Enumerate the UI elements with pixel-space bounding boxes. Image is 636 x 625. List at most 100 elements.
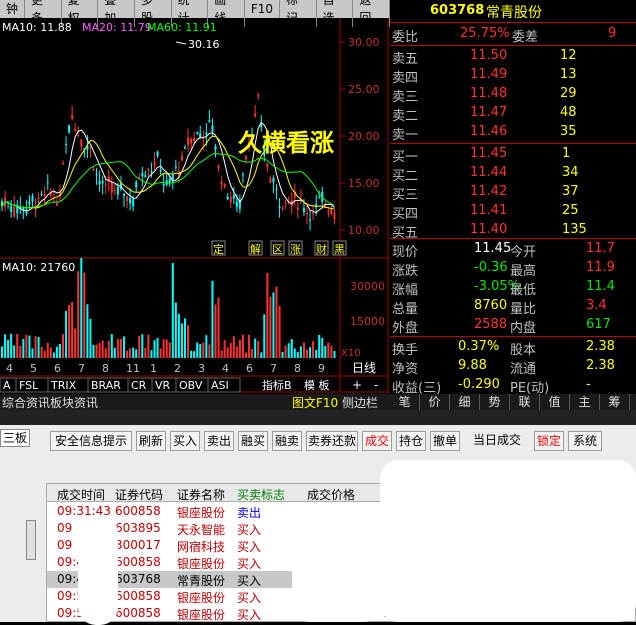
- quote-tab-1[interactable]: 价: [420, 394, 450, 410]
- table-cell-3: 买入: [237, 608, 262, 622]
- trade-button-3[interactable]: 卖出: [204, 431, 234, 451]
- redaction-overlay-0: [78, 515, 118, 625]
- candle-body: [254, 113, 257, 117]
- stock-code: 603768: [430, 3, 485, 18]
- quote-tab-3[interactable]: 势: [480, 394, 510, 410]
- volume-bar: [248, 334, 251, 358]
- trade-button-8[interactable]: 持仓: [396, 431, 426, 451]
- candle-body: [190, 138, 193, 144]
- volume-bar: [16, 333, 19, 358]
- sell-volume: 48: [560, 105, 577, 120]
- table-cell-2: 银座股份: [177, 608, 226, 622]
- info-tab-2[interactable]: 图文F10: [292, 395, 338, 410]
- table-cell-3: 买入: [237, 574, 262, 588]
- trade-button-7[interactable]: 成交: [362, 431, 392, 451]
- volume-bar: [68, 304, 71, 358]
- stat-label-2: 最高: [510, 264, 537, 279]
- candle-body: [162, 183, 165, 186]
- indicator-button[interactable]: 指标B: [262, 378, 292, 392]
- indicator-tab-label-4[interactable]: CR: [131, 379, 147, 392]
- info-tab-3[interactable]: 侧边栏: [342, 395, 378, 410]
- volume-bar: [153, 340, 156, 358]
- candle-body: [80, 139, 83, 147]
- column-header-3[interactable]: 买卖标志: [237, 486, 285, 503]
- stock-header: 603768 常青股份: [390, 0, 636, 22]
- indicator-tab-label-0[interactable]: A: [3, 379, 11, 392]
- info-tab-1[interactable]: 板块资讯: [50, 396, 98, 410]
- volume-bar: [150, 350, 153, 358]
- trade-button-5[interactable]: 融卖: [272, 431, 302, 451]
- indicator-tab-label-1[interactable]: FSL: [19, 379, 39, 392]
- quote-tab-0[interactable]: 笔: [390, 394, 420, 410]
- weibi-value: 25.75%: [460, 26, 510, 41]
- volume-bar: [25, 335, 28, 358]
- event-marker-0[interactable]: 定: [213, 242, 224, 256]
- stat-value: -0.36: [474, 260, 508, 275]
- sell-price: 11.50: [470, 48, 508, 63]
- quote-tab-6[interactable]: 主: [570, 394, 600, 410]
- zoom-minus-button[interactable]: -: [374, 378, 378, 392]
- volume-bar: [119, 338, 122, 358]
- daily-label[interactable]: 日线: [352, 361, 376, 375]
- stat-value-2: 3.4: [586, 298, 607, 313]
- volume-bar: [113, 347, 116, 358]
- volume-bar: [257, 341, 260, 358]
- volume-bar: [235, 346, 238, 358]
- trade-button-11[interactable]: 锁定: [534, 431, 564, 451]
- stat-value-2: 11.7: [586, 241, 615, 256]
- indicator-tab-label-7[interactable]: ASI: [211, 379, 229, 392]
- kline-chart-panel[interactable]: 钟更多 复权 叠加 多股 统计 画线 F10 标记 自选 返回 MA10: 11.88 MA20: …: [0, 0, 390, 410]
- info-tab-0[interactable]: 综合资讯: [2, 395, 50, 410]
- candle-body: [229, 196, 232, 203]
- event-marker-2[interactable]: 区: [272, 243, 283, 256]
- column-header-4[interactable]: 成交价格: [307, 486, 355, 503]
- volume-bar: [205, 335, 208, 358]
- candle-body: [55, 202, 58, 206]
- trade-button-2[interactable]: 买入: [170, 431, 200, 451]
- volume-bar: [318, 334, 321, 358]
- kline-svg[interactable]: MA10: 11.88 MA20: 11.79MA60: 11.9130.0025…: [0, 0, 390, 410]
- volume-bar: [177, 313, 180, 358]
- trade-button-4[interactable]: 融买: [238, 431, 268, 451]
- quote-tab-7[interactable]: 筹: [600, 394, 630, 410]
- event-marker-4[interactable]: 财: [316, 242, 327, 256]
- template-button[interactable]: 模 板: [304, 378, 330, 392]
- date-label-11: 7: [270, 362, 277, 375]
- sell-row-2: 卖三 11.48 29: [390, 85, 636, 105]
- candle-body: [269, 178, 272, 184]
- indicator-tab-label-6[interactable]: OBV: [179, 379, 203, 392]
- candle-body: [147, 168, 150, 170]
- column-header-2[interactable]: 证券名称: [177, 486, 225, 503]
- volume-tick-label-1: 15000: [350, 315, 385, 328]
- side-tab-sanban[interactable]: 三板: [0, 429, 30, 447]
- sell-volume: 35: [560, 124, 577, 139]
- indicator-tab-label-5[interactable]: VR: [155, 379, 171, 392]
- stock-name: 常青股份: [486, 5, 542, 21]
- volume-bar: [80, 258, 83, 358]
- redaction-overlay-1: [380, 460, 636, 622]
- trade-button-9[interactable]: 撤单: [430, 431, 460, 451]
- candle-body: [180, 155, 183, 161]
- trade-button-1[interactable]: 刷新: [136, 431, 166, 451]
- quote-tab-2[interactable]: 细: [450, 394, 480, 410]
- quote-tab-5[interactable]: 值: [540, 394, 570, 410]
- trade-button-6[interactable]: 卖券还款: [306, 431, 358, 451]
- side-scroll-handle[interactable]: [26, 520, 36, 560]
- weicha-value: 9: [608, 26, 617, 41]
- event-marker-5[interactable]: 黑: [334, 243, 345, 256]
- event-marker-3[interactable]: 涨: [290, 243, 301, 256]
- indicator-tab-label-2[interactable]: TRIX: [50, 379, 77, 392]
- trade-button-12[interactable]: 系统: [568, 431, 602, 451]
- trade-button-0[interactable]: 安全信息提示: [50, 431, 132, 451]
- quote-tab-4[interactable]: 联: [510, 394, 540, 410]
- event-marker-1[interactable]: 解: [250, 242, 261, 256]
- volume-bar: [107, 341, 110, 358]
- column-header-0[interactable]: 成交时间: [57, 486, 105, 503]
- trade-button-10[interactable]: 当日成交: [464, 431, 530, 451]
- candle-body: [132, 199, 135, 207]
- price-tick-label-4: 10.00: [348, 224, 380, 237]
- indicator-tab-label-3[interactable]: BRAR: [91, 379, 121, 392]
- column-header-1[interactable]: 证券代码: [115, 486, 163, 503]
- zoom-plus-button[interactable]: +: [352, 378, 362, 392]
- volume-bar: [202, 342, 205, 358]
